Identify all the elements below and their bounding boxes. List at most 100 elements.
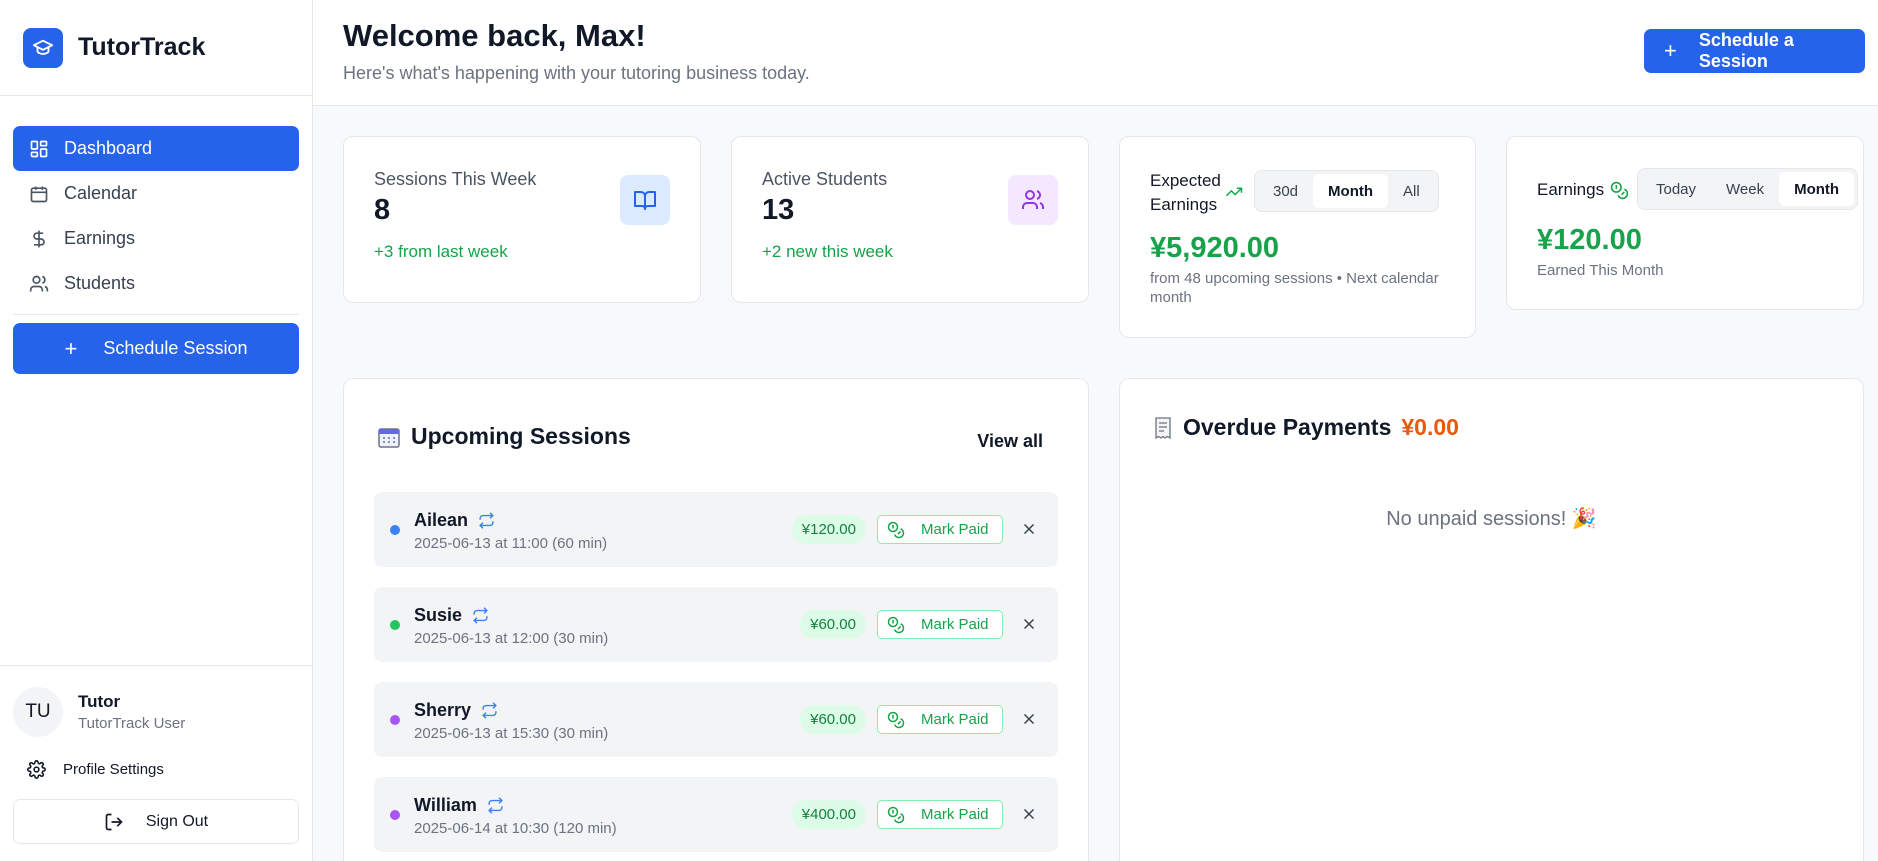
plus-icon: + <box>1664 38 1677 63</box>
session-student: Ailean <box>414 510 495 531</box>
close-icon[interactable] <box>1020 520 1038 538</box>
expected-amount: ¥5,920.00 <box>1150 232 1280 264</box>
price-badge: ¥60.00 <box>800 610 866 639</box>
schedule-a-session-button[interactable]: + Schedule a Session <box>1644 29 1865 73</box>
coins-icon <box>887 521 905 539</box>
session-row: Ailean 2025-06-13 at 11:00 (60 min) ¥120… <box>374 492 1058 567</box>
range-all[interactable]: All <box>1388 174 1435 208</box>
close-icon[interactable] <box>1020 710 1038 728</box>
plus-icon: + <box>64 335 78 361</box>
mark-paid-label: Mark Paid <box>921 616 989 633</box>
session-student: William <box>414 795 504 816</box>
mark-paid-button[interactable]: Mark Paid <box>877 515 1003 544</box>
sidebar-nav: Dashboard Calendar Earnings Students + S… <box>0 96 312 374</box>
mark-paid-label: Mark Paid <box>921 521 989 538</box>
status-dot <box>390 810 400 820</box>
sidebar: TutorTrack Dashboard Calendar Earnings S… <box>0 0 313 861</box>
price-badge: ¥60.00 <box>800 705 866 734</box>
sign-out-icon <box>104 812 124 832</box>
status-dot <box>390 620 400 630</box>
sidebar-item-earnings[interactable]: Earnings <box>13 216 299 261</box>
page-subtitle: Here's what's happening with your tutori… <box>343 63 810 83</box>
overdue-payments-panel: Overdue Payments ¥0.00 No unpaid session… <box>1119 378 1864 861</box>
repeat-icon <box>478 512 495 529</box>
schedule-session-label: Schedule Session <box>103 338 248 358</box>
student-name: Susie <box>414 605 463 625</box>
label-line: Expected <box>1150 171 1221 190</box>
page-header: Welcome back, Max! Here's what's happeni… <box>313 0 1878 106</box>
status-dot <box>390 715 400 725</box>
sidebar-item-dashboard[interactable]: Dashboard <box>13 126 299 171</box>
coins-icon <box>887 711 905 729</box>
mark-paid-label: Mark Paid <box>921 806 989 823</box>
earnings-amount: ¥120.00 <box>1537 224 1642 256</box>
sidebar-item-calendar[interactable]: Calendar <box>13 171 299 216</box>
sidebar-item-label: Earnings <box>64 228 136 248</box>
brand-name: TutorTrack <box>78 33 206 61</box>
gear-icon <box>27 759 46 779</box>
student-name: William <box>414 795 477 815</box>
overdue-amount: ¥0.00 <box>1401 414 1459 440</box>
price-badge: ¥120.00 <box>791 515 866 544</box>
range-month[interactable]: Month <box>1313 174 1389 208</box>
expected-range-toggle: 30d Month All <box>1254 170 1439 212</box>
close-icon[interactable] <box>1020 615 1038 633</box>
sign-out-label: Sign Out <box>145 812 209 830</box>
status-dot <box>390 525 400 535</box>
view-all-link[interactable]: View all <box>977 431 1043 452</box>
dollar-icon <box>28 228 50 250</box>
divider <box>13 314 299 315</box>
mark-paid-button[interactable]: Mark Paid <box>877 610 1003 639</box>
stat-delta: +3 from last week <box>374 242 508 261</box>
earnings-label: Earnings <box>1537 180 1605 199</box>
profile-settings-link[interactable]: Profile Settings <box>13 756 299 782</box>
users-icon <box>28 273 50 295</box>
earnings-range-toggle: Today Week Month <box>1637 168 1859 210</box>
mark-paid-button[interactable]: Mark Paid <box>877 800 1003 829</box>
repeat-icon <box>487 797 504 814</box>
schedule-session-button[interactable]: + Schedule Session <box>13 323 299 374</box>
overdue-payments-title: Overdue Payments ¥0.00 <box>1153 414 1459 441</box>
range-30d[interactable]: 30d <box>1258 174 1313 208</box>
dashboard-icon <box>28 138 50 160</box>
expected-note: from 48 upcoming sessions • Next calenda… <box>1150 270 1439 306</box>
sessions-this-week-card: Sessions This Week 8 +3 from last week <box>343 136 701 303</box>
range-month[interactable]: Month <box>1779 172 1855 206</box>
coins-icon <box>1610 181 1629 200</box>
avatar: TU <box>13 687 63 737</box>
sidebar-item-students[interactable]: Students <box>13 261 299 306</box>
repeat-icon <box>481 702 498 719</box>
schedule-a-session-label: Schedule a Session <box>1698 30 1794 71</box>
active-students-card: Active Students 13 +2 new this week <box>731 136 1089 303</box>
upcoming-sessions-panel: Upcoming Sessions View all Ailean 2025-0… <box>343 378 1089 861</box>
trending-up-icon <box>1225 183 1243 201</box>
expected-earnings-label: Expected Earnings <box>1150 169 1221 217</box>
overdue-payments-label: Overdue Payments <box>1183 414 1392 440</box>
session-row: Sherry 2025-06-13 at 15:30 (30 min) ¥60.… <box>374 682 1058 757</box>
graduation-cap-icon <box>23 27 63 68</box>
sign-out-button[interactable]: Sign Out <box>13 799 299 844</box>
coins-icon <box>887 616 905 634</box>
student-name: Sherry <box>414 700 472 720</box>
earnings-label-row: Earnings <box>1537 180 1629 200</box>
stat-delta: +2 new this week <box>762 242 893 261</box>
session-datetime: 2025-06-13 at 11:00 (60 min) <box>414 535 608 552</box>
range-week[interactable]: Week <box>1711 172 1779 206</box>
empty-state-message: No unpaid sessions! 🎉 <box>1386 508 1597 530</box>
sidebar-item-label: Dashboard <box>64 138 153 158</box>
range-today[interactable]: Today <box>1641 172 1711 206</box>
sidebar-footer: TU Tutor TutorTrack User Profile Setting… <box>0 665 312 861</box>
mark-paid-button[interactable]: Mark Paid <box>877 705 1003 734</box>
profile-settings-label: Profile Settings <box>63 760 164 778</box>
receipt-icon <box>1153 416 1173 440</box>
earnings-caption: Earned This Month <box>1537 262 1664 279</box>
session-datetime: 2025-06-14 at 10:30 (120 min) <box>414 820 617 837</box>
user-name: Tutor <box>78 692 121 711</box>
coins-icon <box>887 806 905 824</box>
upcoming-sessions-label: Upcoming Sessions <box>411 423 631 449</box>
page-title: Welcome back, Max! <box>343 18 646 53</box>
calendar-icon <box>28 183 50 205</box>
close-icon[interactable] <box>1020 805 1038 823</box>
session-row: William 2025-06-14 at 10:30 (120 min) ¥4… <box>374 777 1058 852</box>
mark-paid-label: Mark Paid <box>921 711 989 728</box>
